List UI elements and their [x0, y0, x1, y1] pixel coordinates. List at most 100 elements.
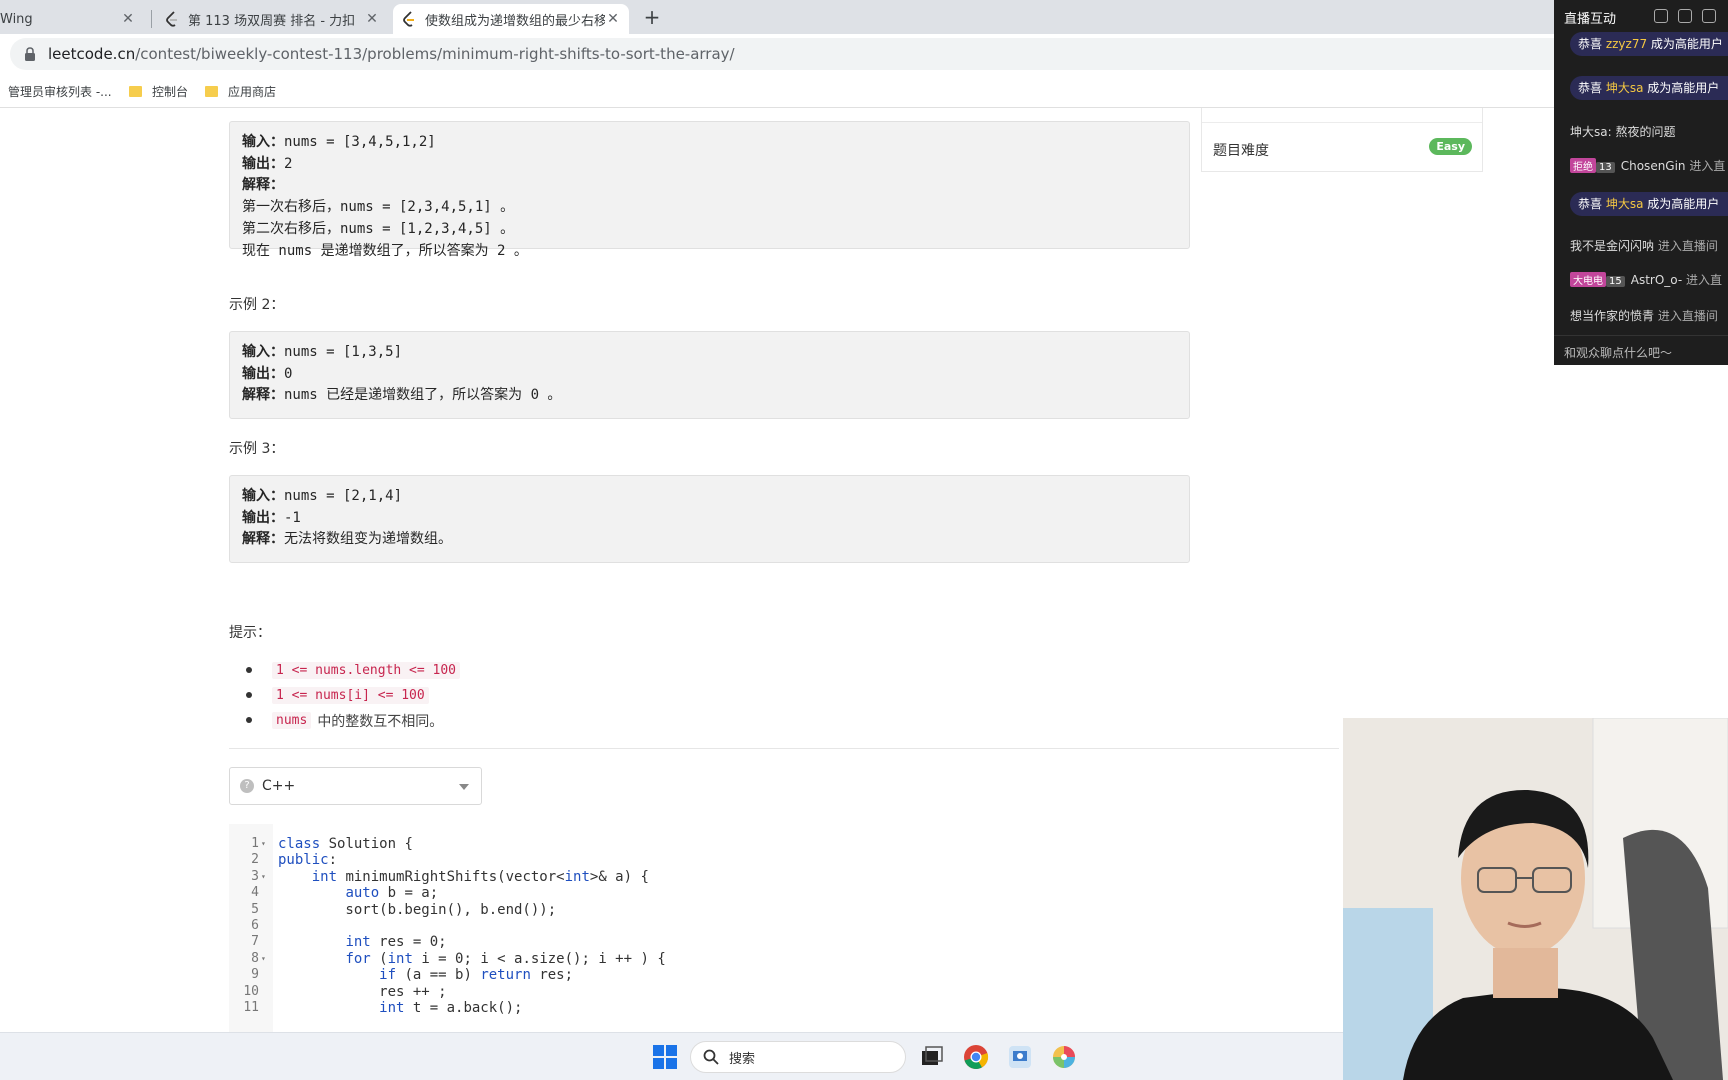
lock-icon[interactable] [24, 47, 36, 61]
constraint-code: nums [272, 712, 312, 729]
chat-title: 直播互动 [1564, 12, 1617, 27]
close-icon[interactable]: ✕ [364, 11, 380, 27]
taskbar: 搜索 [0, 1032, 1343, 1080]
message-suffix: 进入直 [1685, 159, 1726, 173]
message-suffix: 进入直播间 [1654, 309, 1718, 323]
line-number: 5 [251, 901, 259, 917]
windows-start-icon[interactable] [651, 1043, 679, 1071]
fan-level: 15 [1606, 276, 1625, 287]
bookmark-app-store[interactable]: 应用商店 [205, 83, 276, 100]
card-divider [1202, 122, 1482, 123]
message-prefix: 恭喜 [1578, 197, 1606, 211]
line-number: 10 [243, 983, 259, 999]
chat-message: 坤大sa: 熬夜的问题 [1554, 123, 1728, 140]
user-name[interactable]: zzyz77 [1606, 37, 1647, 51]
list-item: nums 中的整数互不相同。 [245, 708, 460, 733]
output-label: 输出： [242, 155, 284, 172]
explanation-line: 现在 nums 是递增数组了，所以答案为 2 。 [242, 242, 528, 259]
tab-title: 第 113 场双周赛 排名 - 力扣（Le [188, 13, 364, 29]
user-name[interactable]: ChosenGin [1621, 159, 1686, 173]
chrome-icon[interactable] [962, 1043, 990, 1071]
fold-toggle-icon[interactable]: ▾ [261, 954, 266, 963]
input-label: 输入： [242, 134, 284, 150]
fold-toggle-icon[interactable]: ▾ [261, 839, 266, 848]
bookmark-label: 应用商店 [228, 85, 277, 99]
bookmark-label: 控制台 [152, 85, 189, 99]
message-prefix: 恭喜 [1578, 81, 1606, 95]
code-line: public: [278, 852, 338, 869]
section-divider [229, 748, 1339, 749]
url-path: /contest/biweekly-contest-113/problems/m… [135, 45, 735, 63]
message-suffix: 进入直播间 [1654, 239, 1718, 253]
message-suffix: 成为高能用户 [1643, 197, 1720, 211]
code-line: int minimumRightShifts(vector<int>& a) { [311, 868, 649, 885]
url-field[interactable]: leetcode.cn/contest/biweekly-contest-113… [10, 38, 1710, 70]
browser-tab-current-problem[interactable]: 使数组成为递增数组的最少右移 ✕ [393, 4, 629, 34]
input-label: 输入： [242, 488, 284, 504]
code-line: int t = a.back(); [379, 1000, 523, 1016]
line-number: 8 [251, 950, 259, 966]
example-input: nums = [1,3,5] [284, 344, 403, 360]
bookmarks-bar: 管理员审核列表 -... 控制台 应用商店 [0, 74, 1728, 108]
line-number: 2 [251, 852, 259, 868]
address-bar: leetcode.cn/contest/biweekly-contest-113… [0, 34, 1728, 74]
help-icon[interactable]: ? [240, 779, 254, 793]
explanation-line: 第二次右移后，nums = [1,2,3,4,5] 。 [242, 220, 515, 237]
chat-entry-message: 我不是金闪闪呐 进入直播间 [1554, 237, 1728, 254]
screen-tool-icon[interactable] [1006, 1043, 1034, 1071]
input-label: 输入： [242, 344, 284, 360]
close-icon[interactable]: ✕ [605, 11, 621, 27]
folder-icon [205, 86, 218, 97]
share-icon[interactable] [1654, 9, 1668, 23]
url-host: leetcode.cn [48, 45, 136, 63]
language-select[interactable]: ? C++ [229, 767, 482, 805]
taskbar-search-box[interactable]: 搜索 [690, 1041, 906, 1073]
example-input: nums = [2,1,4] [284, 488, 403, 504]
fold-toggle-icon[interactable]: ▾ [261, 872, 266, 881]
settings-icon[interactable] [1678, 9, 1692, 23]
code-line: for (int i = 0; i < a.size(); i ++ ) { [345, 950, 666, 967]
example-2-heading: 示例 2： [229, 297, 285, 313]
example-explanation: 无法将数组变为递增数组。 [284, 531, 452, 548]
browser-tab-wing[interactable]: Wing ✕ [0, 4, 144, 34]
user-name[interactable]: 坤大sa [1606, 197, 1644, 211]
code-line: sort(b.begin(), b.end()); [278, 901, 557, 918]
lock-icon[interactable] [1702, 9, 1716, 23]
message-suffix: 成为高能用户 [1647, 37, 1723, 51]
explanation-label: 解释： [242, 531, 284, 548]
line-number: 7 [251, 934, 259, 950]
leetcode-favicon-icon [164, 11, 180, 27]
bookmark-admin-review[interactable]: 管理员审核列表 -... [8, 83, 112, 100]
line-number: 11 [243, 1000, 259, 1015]
example-input: nums = [3,4,5,1,2] [284, 134, 436, 150]
code-line: int res = 0; [345, 934, 447, 951]
code-line: class Solution { [278, 836, 413, 852]
output-label: 输出： [242, 365, 284, 382]
line-number: 3 [251, 868, 259, 884]
example-output: 0 [284, 365, 293, 382]
example-output: -1 [284, 509, 301, 526]
fan-level: 13 [1596, 162, 1615, 173]
leetcode-favicon-icon [401, 11, 417, 27]
new-tab-plus-icon[interactable]: + [640, 6, 664, 30]
color-wheel-app-icon[interactable] [1050, 1043, 1078, 1071]
list-item: 1 <= nums[i] <= 100 [245, 683, 460, 708]
browser-tab-contest-ranking[interactable]: 第 113 场双周赛 排名 - 力扣（Le ✕ [156, 4, 388, 34]
task-view-icon[interactable] [918, 1043, 946, 1071]
close-icon[interactable]: ✕ [120, 11, 136, 27]
chat-entry-message: 拒绝 13 ChosenGin 进入直 [1554, 157, 1728, 174]
problem-info-card: 题目难度 Easy [1201, 108, 1483, 172]
code-line: if (a == b) return res; [379, 967, 574, 984]
user-name[interactable]: 坤大sa [1606, 81, 1644, 95]
chat-input[interactable]: 和观众聊点什么吧～ [1554, 335, 1728, 365]
list-item: 1 <= nums.length <= 100 [245, 658, 461, 683]
example-3-heading: 示例 3： [229, 441, 285, 457]
streamer-webcam-image [1343, 718, 1728, 1080]
search-icon [703, 1049, 719, 1065]
bookmark-console[interactable]: 控制台 [129, 83, 188, 100]
user-name[interactable]: 我不是金闪闪呐 [1570, 239, 1654, 253]
user-name[interactable]: 想当作家的愤青 [1570, 309, 1654, 323]
code-editor[interactable]: 1 ▾ class Solution {2 public: 3 ▾ int minimum… [229, 824, 1349, 1032]
user-name[interactable]: AstrO_o- [1631, 273, 1682, 287]
code-line: res ++ ; [278, 983, 447, 1000]
